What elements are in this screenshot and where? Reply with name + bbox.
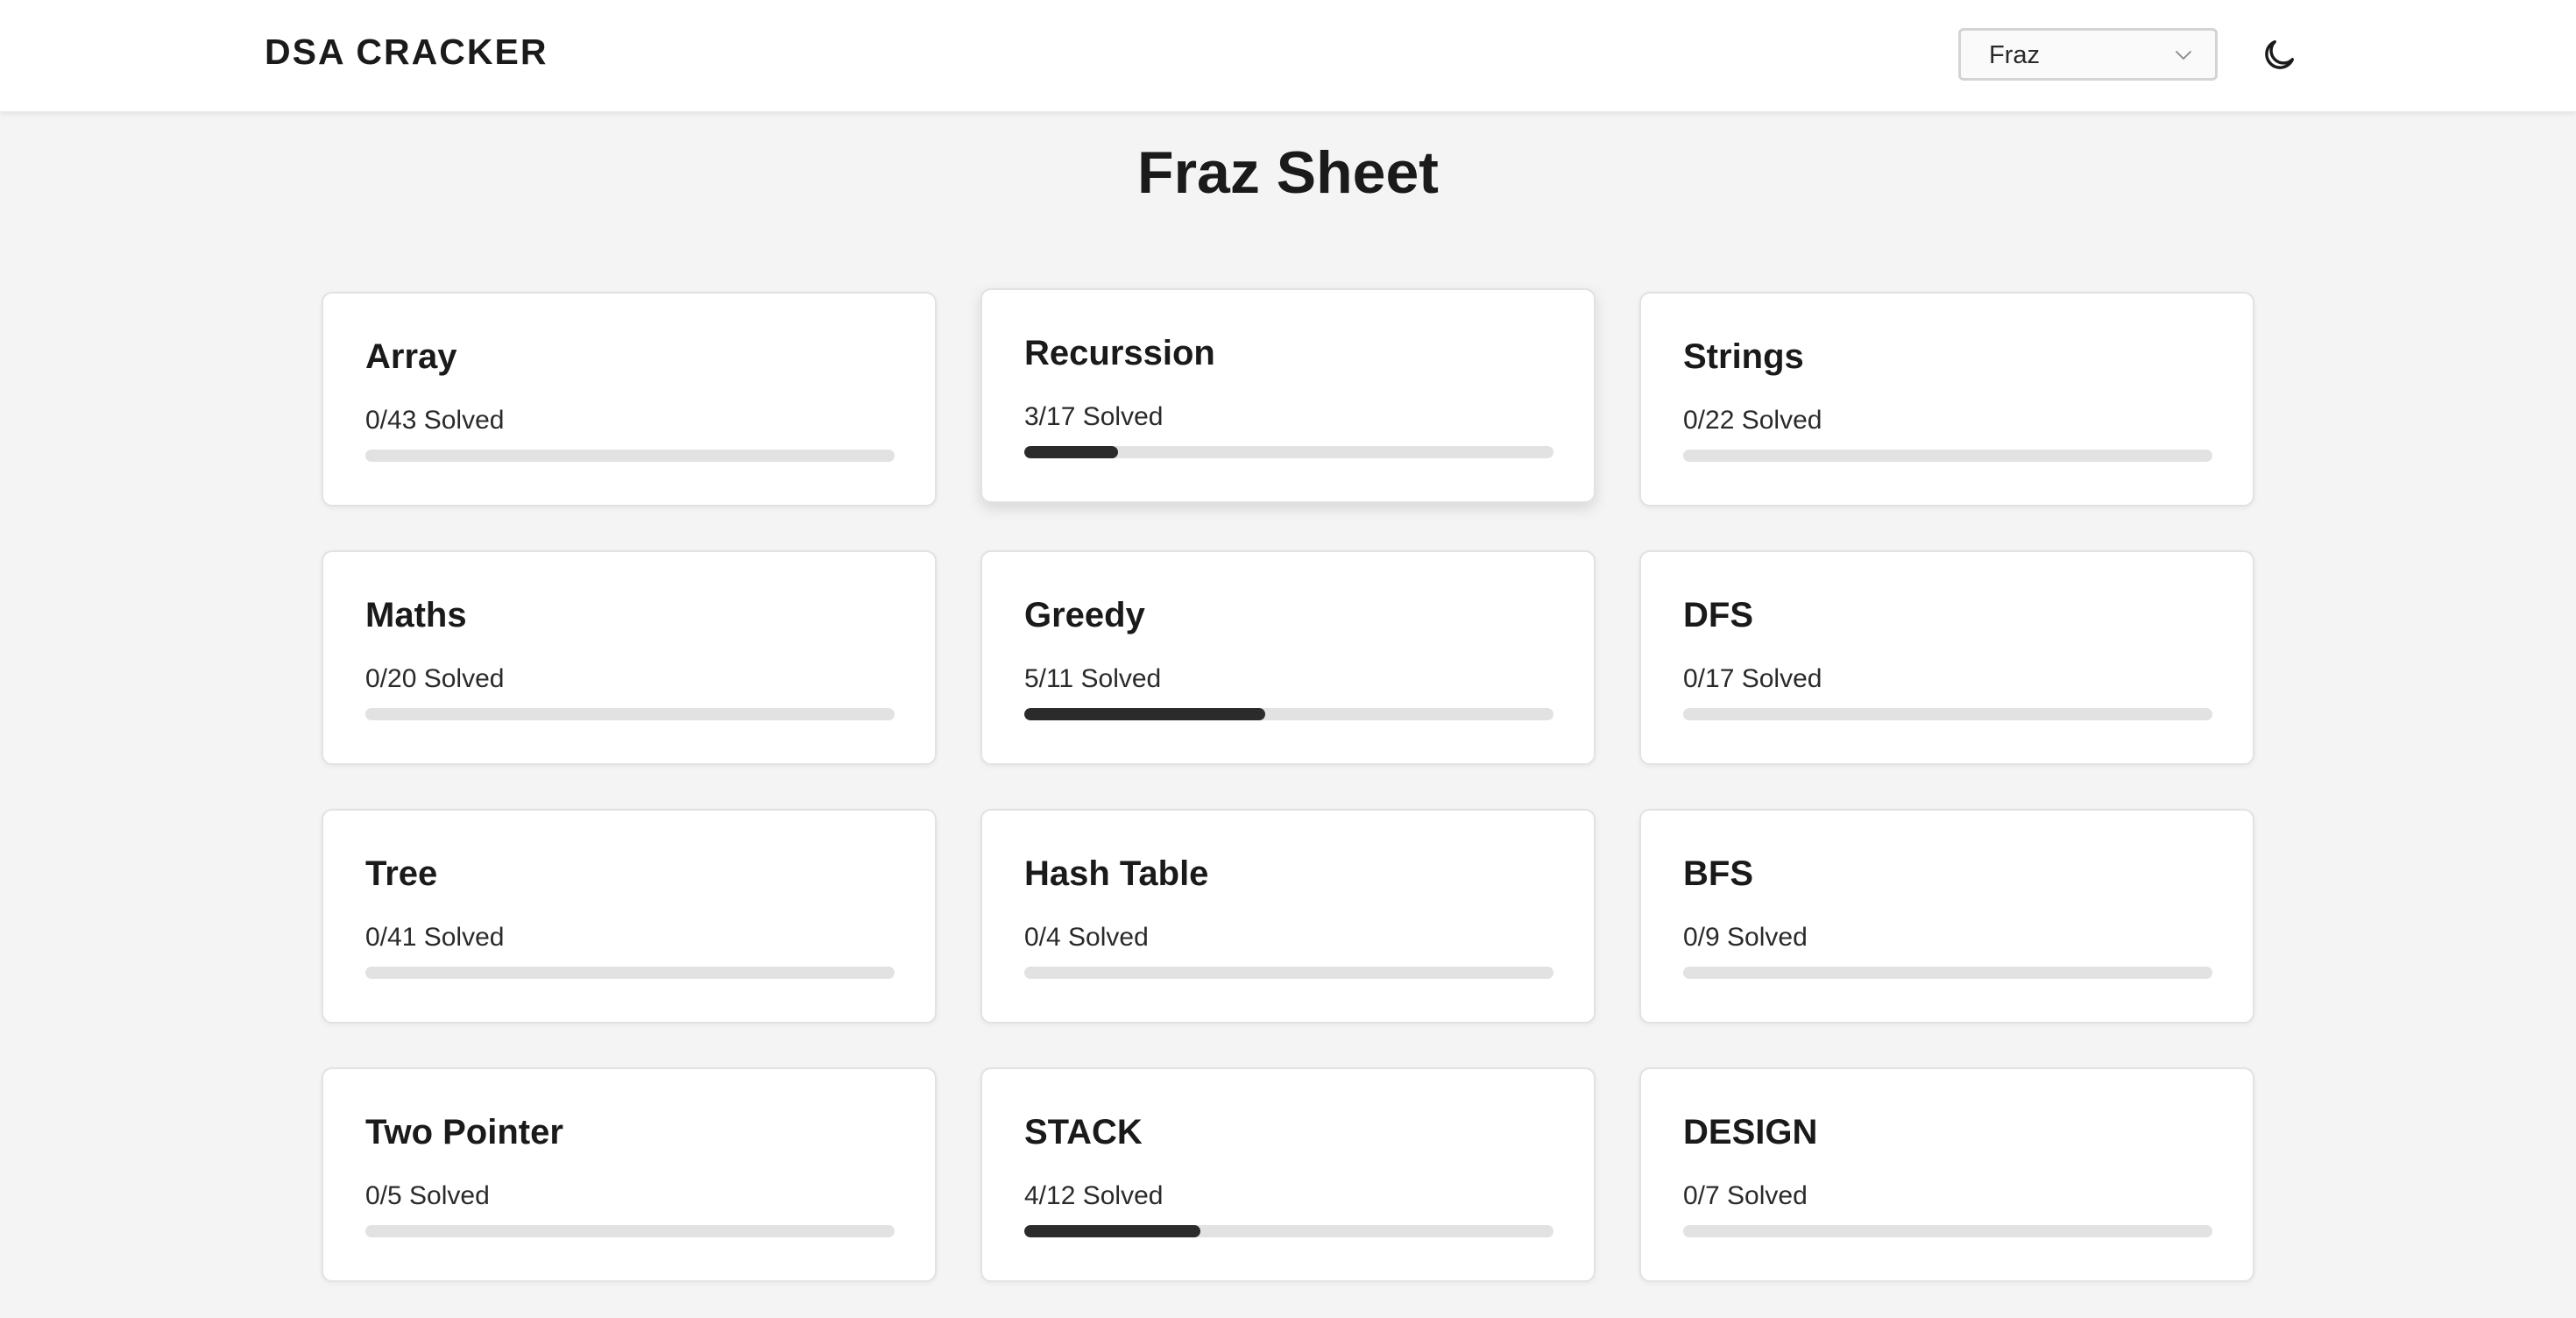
topic-card-hash-table[interactable]: Hash Table 0/4 Solved <box>980 809 1596 1024</box>
moon-icon[interactable] <box>2259 35 2299 75</box>
topic-solved-count: 0/22 Solved <box>1683 406 1822 435</box>
topic-name: Maths <box>365 596 467 634</box>
progress-bar <box>1683 450 2212 462</box>
progress-bar <box>1024 446 1553 458</box>
topic-card-greedy[interactable]: Greedy 5/11 Solved <box>980 550 1596 765</box>
topic-name: Two Pointer <box>365 1113 563 1151</box>
topic-card-tree[interactable]: Tree 0/41 Solved <box>322 809 937 1024</box>
sheet-select-dropdown[interactable]: Fraz <box>1958 28 2218 81</box>
topic-name: Tree <box>365 854 438 893</box>
topic-solved-count: 0/4 Solved <box>1024 923 1149 952</box>
brand-logo-text[interactable]: DSA CRACKER <box>265 32 548 73</box>
topic-name: Greedy <box>1024 596 1145 634</box>
topic-solved-count: 0/20 Solved <box>365 664 505 693</box>
progress-bar <box>1024 708 1553 720</box>
progress-bar <box>1683 708 2212 720</box>
progress-bar-fill <box>1024 708 1265 720</box>
progress-bar-fill <box>1024 446 1118 458</box>
topic-card-design[interactable]: DESIGN 0/7 Solved <box>1639 1067 2254 1282</box>
topic-name: Hash Table <box>1024 854 1209 893</box>
topic-card-stack[interactable]: STACK 4/12 Solved <box>980 1067 1596 1282</box>
topic-card-two-pointer[interactable]: Two Pointer 0/5 Solved <box>322 1067 937 1282</box>
topic-card-array[interactable]: Array 0/43 Solved <box>322 292 937 507</box>
topic-solved-count: 0/43 Solved <box>365 406 505 435</box>
topic-solved-count: 3/17 Solved <box>1024 402 1164 431</box>
progress-bar-fill <box>1024 1225 1201 1237</box>
topic-solved-count: 4/12 Solved <box>1024 1181 1164 1210</box>
topic-solved-count: 5/11 Solved <box>1024 664 1162 693</box>
topic-solved-count: 0/9 Solved <box>1683 923 1808 952</box>
top-navbar: DSA CRACKER Fraz <box>0 0 2576 112</box>
progress-bar <box>365 708 895 720</box>
progress-bar <box>1024 1225 1553 1237</box>
progress-bar <box>365 1225 895 1237</box>
topic-name: Array <box>365 337 457 376</box>
topic-solved-count: 0/7 Solved <box>1683 1181 1808 1210</box>
topic-name: Recurssion <box>1024 334 1215 372</box>
topic-solved-count: 0/5 Solved <box>365 1181 490 1210</box>
topic-name: DESIGN <box>1683 1113 1818 1151</box>
sheet-select-value: Fraz <box>1989 41 2040 69</box>
topic-card-recurssion[interactable]: Recurssion 3/17 Solved <box>980 288 1596 503</box>
progress-bar <box>365 450 895 462</box>
progress-bar <box>1683 1225 2212 1237</box>
topic-solved-count: 0/17 Solved <box>1683 664 1822 693</box>
topic-name: BFS <box>1683 854 1753 893</box>
topic-name: STACK <box>1024 1113 1143 1151</box>
topic-card-strings[interactable]: Strings 0/22 Solved <box>1639 292 2254 507</box>
progress-bar <box>1024 967 1553 979</box>
page-title: Fraz Sheet <box>1137 139 1439 206</box>
chevron-down-icon <box>2176 51 2191 60</box>
progress-bar <box>1683 967 2212 979</box>
topic-name: Strings <box>1683 337 1804 376</box>
topic-solved-count: 0/41 Solved <box>365 923 505 952</box>
topic-name: DFS <box>1683 596 1753 634</box>
topic-card-maths[interactable]: Maths 0/20 Solved <box>322 550 937 765</box>
progress-bar <box>365 967 895 979</box>
topic-card-dfs[interactable]: DFS 0/17 Solved <box>1639 550 2254 765</box>
topic-card-bfs[interactable]: BFS 0/9 Solved <box>1639 809 2254 1024</box>
